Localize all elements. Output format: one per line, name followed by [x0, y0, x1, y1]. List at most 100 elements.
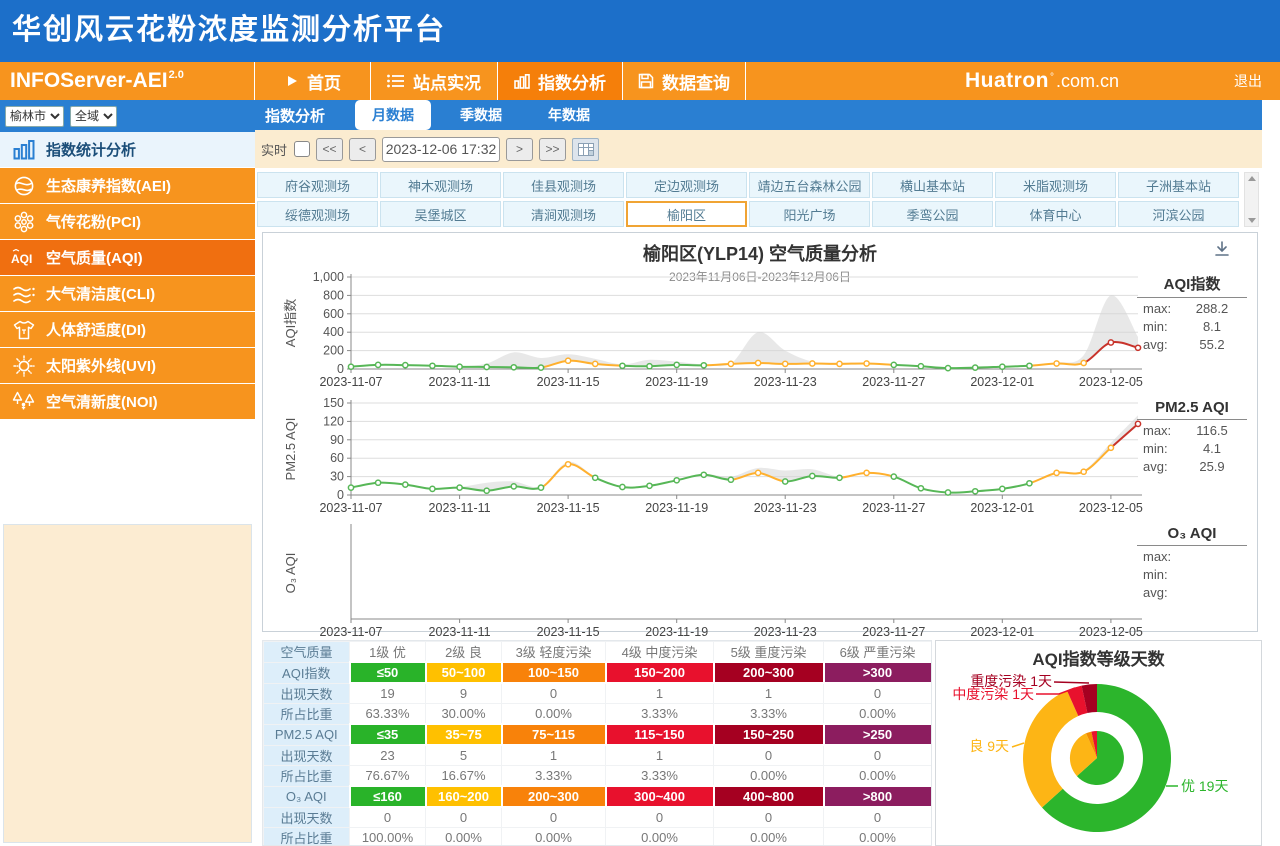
- area-select[interactable]: 全域: [70, 106, 117, 127]
- data-period-tabs: 月数据季数据年数据: [355, 100, 619, 130]
- svg-text:2023-11-23: 2023-11-23: [754, 625, 817, 639]
- scroll-down-icon[interactable]: [1248, 218, 1256, 223]
- station-button[interactable]: 靖边五台森林公园: [749, 172, 870, 198]
- station-button[interactable]: 定边观测场: [626, 172, 747, 198]
- svg-text:2023-11-11: 2023-11-11: [429, 501, 491, 515]
- nav-item-label: 数据查询: [662, 69, 730, 94]
- nav-item-home[interactable]: 首页: [256, 62, 371, 100]
- svg-text:2023-12-05: 2023-12-05: [1079, 501, 1143, 515]
- station-button[interactable]: 清涧观测场: [503, 201, 624, 227]
- station-button[interactable]: 河滨公园: [1118, 201, 1239, 227]
- aqi-level-table: 空气质量1级 优2级 良3级 轻度污染4级 中度污染5级 重度污染6级 严重污染…: [263, 641, 932, 846]
- huatron-logo-suffix: .com.cn: [1056, 71, 1119, 92]
- globe-icon: [11, 174, 37, 198]
- station-button[interactable]: 府谷观测场: [257, 172, 378, 198]
- table-row: 所占比重100.00%0.00%0.00%0.00%0.00%0.00%: [264, 828, 932, 846]
- brand-version: 2.0: [169, 69, 184, 81]
- station-button[interactable]: 绥德观测场: [257, 201, 378, 227]
- app-title: 华创风云花粉浓度监测分析平台: [12, 14, 446, 46]
- station-button[interactable]: 米脂观测场: [995, 172, 1116, 198]
- tabs-bar: 指数分析 月数据季数据年数据: [255, 100, 1262, 130]
- sidebar-item-aei[interactable]: 生态康养指数(AEI): [0, 168, 255, 203]
- table-header-row: 空气质量1级 优2级 良3级 轻度污染4级 中度污染5级 重度污染6级 严重污染: [264, 642, 932, 663]
- app-banner: 华创风云花粉浓度监测分析平台: [0, 0, 1280, 62]
- city-select[interactable]: 榆林市: [5, 106, 64, 127]
- step-backward-button[interactable]: <: [349, 138, 376, 161]
- realtime-checkbox[interactable]: [294, 141, 310, 157]
- svg-text:PM2.5 AQI: PM2.5 AQI: [283, 418, 298, 481]
- step-forward-button[interactable]: >: [506, 138, 533, 161]
- station-button[interactable]: 季鸾公园: [872, 201, 993, 227]
- tab-月数据[interactable]: 月数据: [355, 100, 431, 130]
- aqi-badge-icon: AQI: [11, 246, 37, 270]
- sidebar-item-cli[interactable]: 大气清洁度(CLI): [0, 276, 255, 311]
- station-button[interactable]: 阳光广场: [749, 201, 870, 227]
- o3-stats: O₃ AQImax:min:avg:: [1137, 525, 1247, 600]
- stats-title: AQI指数: [1137, 273, 1247, 298]
- svg-text:2023-11-19: 2023-11-19: [645, 501, 708, 515]
- svg-text:2023-11-07: 2023-11-07: [319, 501, 382, 515]
- nav-item-site-live[interactable]: 站点实况: [371, 62, 498, 100]
- table-row: AQI指数≤5050~100100~150150~200200~300>300: [264, 662, 932, 683]
- huatron-logo-mark: °: [1050, 72, 1054, 83]
- station-button[interactable]: 横山基本站: [872, 172, 993, 198]
- nav-item-index-analysis[interactable]: 指数分析: [498, 62, 623, 100]
- station-button[interactable]: 神木观测场: [380, 172, 501, 198]
- nav-item-data-query[interactable]: 数据查询: [623, 62, 746, 100]
- top-navbar: INFOServer-AEI2.0 首页站点实况指数分析数据查询 Huatron…: [0, 62, 1280, 100]
- sidebar-item-label: 气传花粉(PCI): [46, 211, 141, 232]
- station-button[interactable]: 体育中心: [995, 201, 1116, 227]
- sidebar-item-label: 空气质量(AQI): [46, 247, 143, 268]
- trees-icon: [11, 390, 37, 414]
- svg-text:2023-11-07: 2023-11-07: [319, 375, 382, 389]
- station-grid: 府谷观测场神木观测场佳县观测场定边观测场靖边五台森林公园横山基本站米脂观测场子洲…: [257, 172, 1241, 227]
- scroll-up-icon[interactable]: [1248, 176, 1256, 181]
- logout-button[interactable]: 退出: [1234, 62, 1262, 100]
- svg-text:0: 0: [337, 488, 344, 502]
- fast-backward-button[interactable]: <<: [316, 138, 343, 161]
- pm25-stats: PM2.5 AQImax:116.5min:4.1avg:25.9: [1137, 399, 1247, 474]
- sidebar-item-di[interactable]: 人体舒适度(DI): [0, 312, 255, 347]
- svg-text:200: 200: [323, 344, 344, 358]
- sidebar-item-index-stats[interactable]: 指数统计分析: [0, 132, 255, 167]
- svg-text:2023-11-23: 2023-11-23: [754, 375, 817, 389]
- tab-年数据[interactable]: 年数据: [531, 100, 607, 130]
- table-row: PM2.5 AQI≤3535~7575~115115~150150~250>25…: [264, 724, 932, 745]
- sidebar: 榆林市 全域 指数统计分析生态康养指数(AEI) 气传花粉(PCI) AQI 空气质量…: [0, 100, 255, 846]
- sidebar-item-uvi[interactable]: 太阳紫外线(UVI): [0, 348, 255, 383]
- station-scrollbar[interactable]: [1244, 172, 1259, 227]
- aqi-level-table-panel: 空气质量1级 优2级 良3级 轻度污染4级 中度污染5级 重度污染6级 严重污染…: [262, 640, 932, 846]
- fast-forward-button[interactable]: >>: [539, 138, 566, 161]
- svg-text:2023-11-15: 2023-11-15: [537, 375, 600, 389]
- svg-text:2023-11-15: 2023-11-15: [537, 501, 600, 515]
- svg-text:优 19天: 优 19天: [1181, 778, 1228, 794]
- sidebar-item-label: 生态康养指数(AEI): [46, 175, 171, 196]
- sidebar-item-aqi[interactable]: AQI 空气质量(AQI): [0, 240, 255, 275]
- station-button[interactable]: 榆阳区: [626, 201, 747, 227]
- svg-text:400: 400: [323, 325, 344, 339]
- stats-row: min:4.1: [1137, 438, 1247, 456]
- station-button[interactable]: 佳县观测场: [503, 172, 624, 198]
- calendar-button[interactable]: [572, 138, 599, 161]
- datetime-input[interactable]: [382, 137, 500, 162]
- station-button[interactable]: 吴堡城区: [380, 201, 501, 227]
- svg-text:120: 120: [323, 414, 344, 428]
- o3-line-chart: 2023-11-072023-11-112023-11-152023-11-19…: [265, 521, 1155, 643]
- svg-text:2023-11-27: 2023-11-27: [862, 625, 925, 639]
- svg-text:2023-11-27: 2023-11-27: [862, 375, 925, 389]
- svg-text:2023-11-19: 2023-11-19: [645, 625, 708, 639]
- brand-logo: INFOServer-AEI2.0: [0, 62, 255, 100]
- sidebar-item-noi[interactable]: 空气清新度(NOI): [0, 384, 255, 419]
- tab-季数据[interactable]: 季数据: [443, 100, 519, 130]
- svg-text:2023-11-15: 2023-11-15: [537, 625, 600, 639]
- sidebar-item-label: 指数统计分析: [46, 139, 136, 160]
- svg-text:AQI: AQI: [11, 252, 32, 266]
- station-button[interactable]: 子洲基本站: [1118, 172, 1239, 198]
- stats-row: max:116.5: [1137, 420, 1247, 438]
- wind-icon: [11, 282, 37, 306]
- svg-text:90: 90: [330, 433, 344, 447]
- sidebar-item-pci[interactable]: 气传花粉(PCI): [0, 204, 255, 239]
- nav-items: 首页站点实况指数分析 数据查询: [256, 62, 746, 100]
- download-icon[interactable]: [1213, 240, 1231, 263]
- station-selector: 府谷观测场神木观测场佳县观测场定边观测场靖边五台森林公园横山基本站米脂观测场子洲…: [255, 168, 1262, 232]
